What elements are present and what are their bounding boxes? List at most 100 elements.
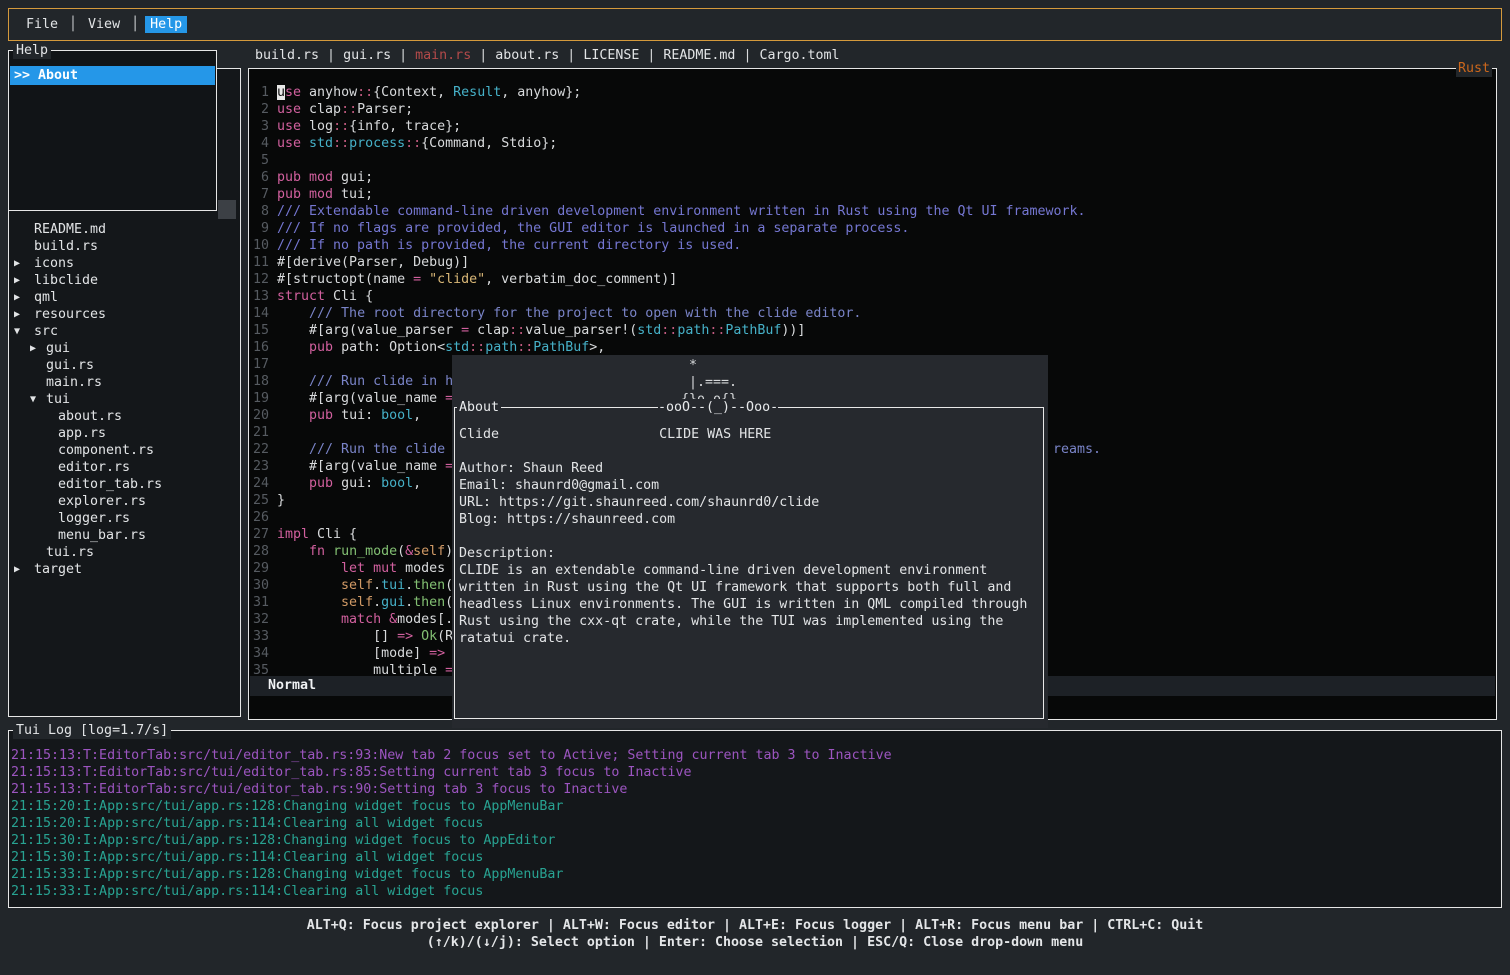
line-number: 23 <box>250 458 269 475</box>
tree-item-app-rs[interactable]: app.rs <box>9 425 239 442</box>
tab-main-rs[interactable]: main.rs <box>415 48 471 63</box>
code-text: use std::process::{Command, Stdio}; <box>277 135 557 152</box>
tree-item-label: editor_tab.rs <box>58 476 162 493</box>
tree-item-editor-rs[interactable]: editor.rs <box>9 459 239 476</box>
chevron-down-icon: ▼ <box>14 323 20 340</box>
tab-about-rs[interactable]: about.rs <box>495 48 559 63</box>
log-entry: 21:15:13:T:EditorTab:src/tui/editor_tab.… <box>11 747 892 764</box>
tree-item-about-rs[interactable]: about.rs <box>9 408 239 425</box>
code-text: match &modes[. <box>277 611 453 628</box>
code-text: use anyhow::{Context, Result, anyhow}; <box>277 84 581 101</box>
code-line-16[interactable]: 16 pub path: Option<std::path::PathBuf>, <box>250 339 1495 356</box>
about-text-line: ratatui crate. <box>459 630 571 647</box>
help-scrollbar-thumb[interactable] <box>218 200 236 219</box>
code-line-6[interactable]: 6pub mod gui; <box>250 169 1495 186</box>
tree-item-label: component.rs <box>58 442 154 459</box>
line-number: 32 <box>250 611 269 628</box>
tree-item-src[interactable]: ▼src <box>9 323 239 340</box>
tree-item-tui-rs[interactable]: tui.rs <box>9 544 239 561</box>
line-number: 10 <box>250 237 269 254</box>
tree-item-gui[interactable]: ▶gui <box>9 340 239 357</box>
code-line-13[interactable]: 13struct Cli { <box>250 288 1495 305</box>
tab-cargo-toml[interactable]: Cargo.toml <box>759 48 839 63</box>
menu-item-view[interactable]: View <box>83 16 125 33</box>
menu-item-help[interactable]: Help <box>145 16 187 33</box>
line-number: 3 <box>250 118 269 135</box>
tree-item-libclide[interactable]: ▶libclide <box>9 272 239 289</box>
tree-item-menu-bar-rs[interactable]: menu_bar.rs <box>9 527 239 544</box>
tree-item-label: editor.rs <box>58 459 130 476</box>
code-line-9[interactable]: 9 /// If no flags are provided, the GUI e… <box>250 220 1495 237</box>
code-line-1[interactable]: 1use anyhow::{Context, Result, anyhow}; <box>250 84 1495 101</box>
tree-item-label: explorer.rs <box>58 493 146 510</box>
code-line-11[interactable]: 11#[derive(Parser, Debug)] <box>250 254 1495 271</box>
code-text-tail: reams. <box>1053 441 1101 458</box>
code-text: /// If no flags are provided, the GUI ed… <box>277 220 909 237</box>
code-text: impl Cli { <box>277 526 357 543</box>
code-text: /// The root directory for the project t… <box>277 305 861 322</box>
tree-item-icons[interactable]: ▶ icons <box>9 255 239 272</box>
tree-item-main-rs[interactable]: main.rs <box>9 374 239 391</box>
line-number: 20 <box>250 407 269 424</box>
line-number: 22 <box>250 441 269 458</box>
code-line-14[interactable]: 14 /// The root directory for the projec… <box>250 305 1495 322</box>
tree-item-target[interactable]: ▶target <box>9 561 239 578</box>
chevron-down-icon: ▼ <box>30 391 36 408</box>
line-number: 28 <box>250 543 269 560</box>
code-line-12[interactable]: 12#[structopt(name = "clide", verbatim_d… <box>250 271 1495 288</box>
tree-item-resources[interactable]: ▶resources <box>9 306 239 323</box>
line-number: 9 <box>250 220 269 237</box>
tree-item-editor-tab-rs[interactable]: editor_tab.rs <box>9 476 239 493</box>
code-line-3[interactable]: 3 use log::{info, trace}; <box>250 118 1495 135</box>
code-line-5[interactable]: 5 <box>250 152 1495 169</box>
line-number: 24 <box>250 475 269 492</box>
tree-item-readme-md[interactable]: README.md <box>9 221 239 238</box>
log-entry: 21:15:13:T:EditorTab:src/tui/editor_tab.… <box>11 781 627 798</box>
tree-item-label: gui.rs <box>46 357 94 374</box>
line-number: 18 <box>250 373 269 390</box>
tree-item-label: qml <box>34 289 58 306</box>
code-text: self.tui.then( <box>277 577 453 594</box>
help-dropdown-title: Help <box>13 42 51 59</box>
keybinding-help-line-1: ALT+Q: Focus project explorer | ALT+W: F… <box>0 917 1510 934</box>
ascii-art-line: |.===. <box>689 374 737 391</box>
code-text: } <box>277 492 285 509</box>
menu-bar: File│View│Help <box>8 8 1502 41</box>
code-line-15[interactable]: 15 #[arg(value_parser = clap::value_pars… <box>250 322 1495 339</box>
tree-item-logger-rs[interactable]: logger.rs <box>9 510 239 527</box>
code-line-4[interactable]: 4use std::process::{Command, Stdio}; <box>250 135 1495 152</box>
about-text-line: Description: <box>459 545 555 562</box>
tree-item-tui[interactable]: ▼tui <box>9 391 239 408</box>
code-line-2[interactable]: 2use clap::Parser; <box>250 101 1495 118</box>
help-option-about[interactable]: >> About <box>10 66 215 85</box>
line-number: 33 <box>250 628 269 645</box>
tab-build-rs[interactable]: build.rs <box>255 48 319 63</box>
line-number: 8 <box>250 203 269 220</box>
tree-item-label: tui.rs <box>46 544 94 561</box>
code-line-10[interactable]: 10/// If no path is provided, the curren… <box>250 237 1495 254</box>
code-line-7[interactable]: 7pub mod tui; <box>250 186 1495 203</box>
line-number: 14 <box>250 305 269 322</box>
tree-item-qml[interactable]: ▶qml <box>9 289 239 306</box>
tree-item-label: build.rs <box>34 238 98 255</box>
tab-readme-md[interactable]: README.md <box>663 48 735 63</box>
line-number: 21 <box>250 424 269 441</box>
line-number: 27 <box>250 526 269 543</box>
code-text: [] => Ok(R <box>277 628 453 645</box>
menu-item-file[interactable]: File <box>21 16 63 33</box>
about-text-line: Clide CLIDE WAS HERE <box>459 426 771 443</box>
tab-license[interactable]: LICENSE <box>583 48 639 63</box>
tree-item-label: logger.rs <box>58 510 130 527</box>
tree-item-component-rs[interactable]: component.rs <box>9 442 239 459</box>
about-popup: *|.===.{}o o{} About -ooO--(_)--Ooo- Cli… <box>452 355 1048 728</box>
tree-item-build-rs[interactable]: build.rs <box>9 238 239 255</box>
code-text: use log::{info, trace}; <box>277 118 461 135</box>
about-text-line: Rust using the cxx-qt crate, while the T… <box>459 613 1003 630</box>
code-line-8[interactable]: 8/// Extendable command-line driven deve… <box>250 203 1495 220</box>
tab-gui-rs[interactable]: gui.rs <box>343 48 391 63</box>
tree-item-explorer-rs[interactable]: explorer.rs <box>9 493 239 510</box>
code-text: #[arg(value_name = <box>277 390 453 407</box>
tree-item-label: icons <box>34 255 74 272</box>
tree-item-gui-rs[interactable]: gui.rs <box>9 357 239 374</box>
chevron-right-icon: ▶ <box>14 255 20 272</box>
